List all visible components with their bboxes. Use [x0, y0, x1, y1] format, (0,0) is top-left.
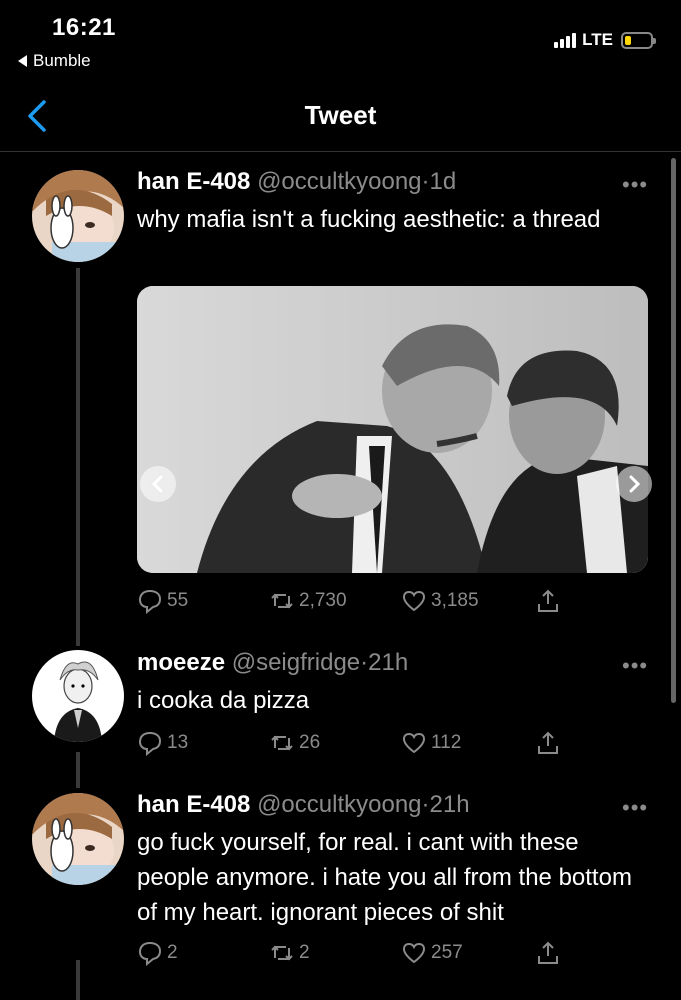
reply-count: 2 — [167, 942, 178, 963]
back-to-app-link[interactable]: Bumble — [18, 51, 91, 71]
reply-button[interactable]: 2 — [137, 940, 178, 966]
tweet-time[interactable]: 1d — [430, 168, 457, 195]
author-name[interactable]: han E-408 — [137, 168, 250, 195]
separator-dot: · — [421, 168, 430, 195]
signal-icon — [554, 32, 577, 48]
like-button[interactable]: 3,185 — [401, 588, 479, 614]
carousel-next-button[interactable] — [616, 466, 652, 502]
retweet-count: 26 — [299, 732, 321, 753]
more-icon[interactable]: ••• — [622, 795, 648, 821]
share-button[interactable] — [535, 940, 561, 966]
tweet-actions: 13 26 112 — [137, 730, 577, 760]
reply-button[interactable]: 55 — [137, 588, 188, 614]
author-name[interactable]: moeeze — [137, 649, 225, 676]
tweet-header: moeeze @seigfridge·21h — [137, 649, 408, 677]
avatar[interactable] — [32, 170, 124, 262]
avatar-illustration — [32, 650, 124, 742]
like-button[interactable]: 257 — [401, 940, 463, 966]
retweet-icon — [271, 593, 293, 609]
battery-icon — [621, 31, 656, 49]
author-handle[interactable]: @occultkyoong — [257, 168, 421, 195]
tweet-text: i cooka da pizza — [137, 687, 310, 714]
share-button[interactable] — [535, 588, 561, 614]
reply-icon — [138, 589, 162, 614]
share-icon — [538, 941, 558, 964]
retweet-icon — [271, 945, 293, 961]
reply-icon — [138, 731, 162, 756]
like-count: 112 — [431, 732, 462, 753]
status-time: 16:21 — [52, 14, 116, 41]
thread-connector — [76, 752, 80, 788]
chevron-left-icon — [151, 475, 163, 493]
like-count: 257 — [431, 942, 463, 963]
retweet-button[interactable]: 2 — [269, 940, 310, 966]
retweet-count: 2 — [299, 942, 310, 963]
heart-icon — [402, 942, 426, 964]
retweet-icon — [271, 735, 293, 751]
header-divider — [0, 151, 681, 152]
tweet-text: go fuck yourself, for real. i cant with … — [137, 829, 632, 926]
reply-button[interactable]: 13 — [137, 730, 188, 756]
back-app-label: Bumble — [33, 51, 91, 70]
thread-connector — [76, 960, 80, 1000]
tweet-text: why mafia isn't a fucking aesthetic: a t… — [137, 206, 601, 233]
separator-dot: · — [360, 649, 369, 676]
reply-icon — [138, 941, 162, 966]
heart-icon — [402, 590, 426, 612]
separator-dot: · — [421, 791, 430, 818]
more-icon[interactable]: ••• — [622, 653, 648, 679]
tweet-actions: 55 2,730 3,185 — [137, 588, 577, 618]
reply-count: 55 — [167, 590, 189, 611]
retweet-count: 2,730 — [299, 590, 347, 611]
share-icon — [538, 731, 558, 754]
page-title: Tweet — [304, 100, 377, 130]
network-label: LTE — [582, 30, 613, 49]
thread-connector — [76, 268, 80, 646]
tweet-time[interactable]: 21h — [368, 649, 408, 676]
carousel-prev-button[interactable] — [140, 466, 176, 502]
tweet-header: han E-408 @occultkyoong·21h — [137, 791, 470, 819]
avatar[interactable] — [32, 793, 124, 885]
author-name[interactable]: han E-408 — [137, 791, 250, 818]
tweet-time[interactable]: 21h — [430, 791, 470, 818]
back-triangle-icon — [18, 55, 27, 67]
author-handle[interactable]: @seigfridge — [232, 649, 360, 676]
photo-two-men — [137, 286, 648, 573]
tweet-header: han E-408 @occultkyoong·1d — [137, 168, 456, 196]
author-handle[interactable]: @occultkyoong — [257, 791, 421, 818]
retweet-button[interactable]: 26 — [269, 730, 320, 756]
scrollbar[interactable] — [671, 158, 676, 703]
like-button[interactable]: 112 — [401, 730, 461, 756]
reply-count: 13 — [167, 732, 189, 753]
more-icon[interactable]: ••• — [622, 172, 648, 198]
share-button[interactable] — [535, 730, 561, 756]
retweet-button[interactable]: 2,730 — [269, 588, 347, 614]
like-count: 3,185 — [431, 590, 479, 611]
avatar-photo — [32, 170, 124, 262]
avatar-photo — [32, 793, 124, 885]
status-indicators: LTE — [554, 30, 656, 50]
tweet-image[interactable] — [137, 286, 648, 573]
avatar[interactable] — [32, 650, 124, 742]
chevron-right-icon — [629, 475, 641, 493]
share-icon — [538, 589, 558, 612]
tweet-actions: 2 2 257 — [137, 940, 577, 970]
heart-icon — [402, 732, 426, 754]
